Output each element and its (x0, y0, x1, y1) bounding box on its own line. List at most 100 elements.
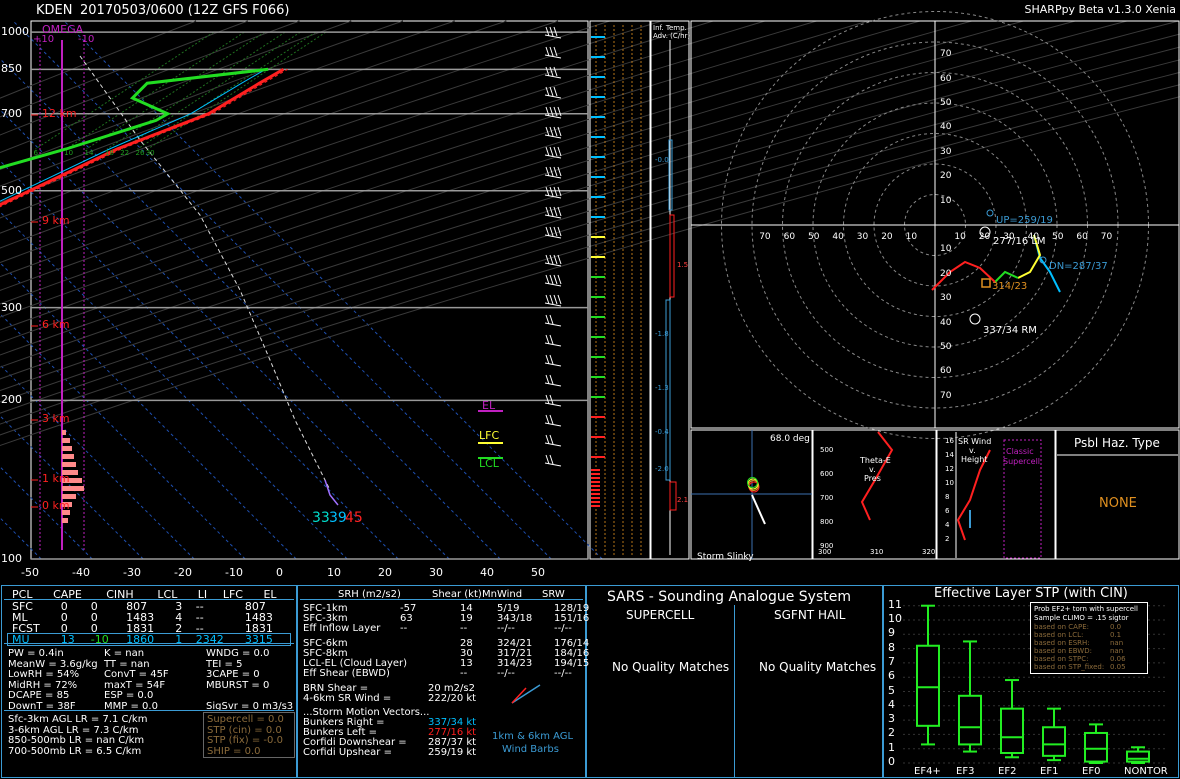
stp-category-label: EF4+ (914, 766, 941, 777)
lapse-rate: 700-500mb LR = 6.5 C/km (8, 745, 142, 757)
stp-legend-value: nan (1110, 647, 1124, 655)
wind-barb-flag (549, 254, 554, 265)
stp-legend-title: Prob EF2+ torn with supercell (1034, 605, 1138, 613)
stp-category-label: EF2 (998, 766, 1017, 777)
stp-legend-value: nan (1110, 639, 1124, 647)
dry-adiabat (0, 20, 972, 331)
composite-value: STP (cin) = 0.0 (207, 724, 282, 736)
dry-adiabat (0, 20, 197, 99)
sfc-wetbulb: 33 (312, 510, 330, 526)
hodo-ring-label: 40 (940, 122, 952, 133)
temp-tick: 50 (531, 566, 545, 579)
adv-value: -0.4 (655, 428, 669, 436)
lapse-rate: 3-6km AGL LR = 7.3 C/km (8, 724, 139, 736)
srwind-title-3: Height (961, 455, 988, 464)
vector-value: 259/19 kt (428, 747, 477, 758)
theta-title-3: Pres (864, 474, 881, 483)
omega-bar (62, 486, 84, 491)
hodo-ring-label: 70 (940, 49, 952, 60)
omega-bar (62, 430, 66, 435)
adv-value: -0.0 (655, 156, 669, 164)
slinky-label: Storm Slinky (697, 552, 754, 562)
wind-barb-flag (553, 66, 558, 77)
sfc-temp: 45 (345, 510, 363, 526)
index-value: ESP = 0.0 (104, 690, 154, 701)
stp-y-tick: 11 (888, 597, 902, 611)
hodo-ring-label: 50 (940, 98, 952, 108)
vector-label: Corfidi Upshear = (303, 747, 392, 758)
stp-y-tick: 1 (888, 740, 895, 754)
index-value: WNDG = 0.0 (206, 648, 270, 659)
composite-value: Supercell = 0.0 (207, 714, 284, 725)
theta-p-tick: 600 (820, 470, 834, 478)
wind-barb-flag (557, 206, 562, 217)
hodo-mean-wind: 314/23 (992, 281, 1028, 292)
sars-supercell-header: SUPERCELL (626, 608, 695, 622)
hodo-ring-label: 10 (954, 232, 966, 242)
wind-barb-flag (549, 206, 554, 217)
temp-tick: -10 (225, 566, 243, 579)
wind-barb-flag (549, 274, 554, 285)
sars-divider (734, 605, 735, 777)
sars-title: SARS - Sounding Analogue System (607, 589, 851, 605)
theta-p-tick: 800 (820, 518, 834, 526)
mixing-ratio-label: 30 (146, 149, 155, 157)
index-value: MBURST = 0 (206, 679, 270, 691)
wind-barb-flag (545, 294, 550, 305)
srwind-y-tick: 4 (945, 521, 950, 529)
height-label: 0 km (42, 499, 70, 512)
theta-p-tick: 500 (820, 446, 834, 454)
omega-bar (62, 454, 74, 459)
wind-barb-flag (553, 126, 558, 137)
dry-adiabat (0, 20, 662, 249)
isotherm-line (12, 20, 552, 560)
hodo-mean-marker (981, 278, 991, 288)
index-value: MidRH = 72% (8, 679, 78, 691)
adv-value: 2.1 (677, 496, 689, 504)
stp-legend-label: based on ESRH: (1034, 639, 1090, 647)
wind-barb-flag (545, 394, 550, 405)
pressure-tick: 100 (1, 552, 22, 565)
adv-value: -2.0 (655, 465, 669, 473)
height-label: 1 km (42, 472, 70, 485)
omega-bar (62, 438, 70, 443)
index-value: TEI = 5 (206, 658, 243, 670)
stp-y-tick: 5 (888, 683, 895, 697)
pressure-tick: 200 (1, 393, 22, 407)
wind-barb-flag (545, 166, 550, 177)
dry-adiabat (0, 20, 610, 234)
height-label: 12 km (42, 107, 77, 120)
hodo-ring-label: 40 (940, 317, 952, 328)
parcel-rows[interactable]: SFC 0 0 807 3 -- 807 ML 0 0 1483 4 -- 1483 FCST 0 0 1831 2… (7, 601, 291, 646)
isotherm-line (0, 517, 42, 560)
wind-barb-flag (557, 166, 562, 177)
kin-label: Eff Shear (EBWD) (303, 668, 390, 679)
temp-tick: -40 (72, 566, 90, 579)
kin-shear: -- (460, 623, 468, 634)
el-label: EL (482, 399, 496, 412)
mixing-ratio-label: 6 (34, 149, 39, 157)
hodo-ring-label: 10 (905, 232, 918, 242)
srwind-frame (936, 429, 1056, 560)
kin-srw: --/-- (554, 668, 572, 679)
hodo-downshear: DN=287/37 (1049, 261, 1108, 272)
downdraft-line (324, 479, 339, 506)
hodo-ring-label: 50 (1052, 232, 1064, 242)
stp-legend-sub: Sample CLIMO = .15 sigtor (1034, 614, 1129, 622)
mixing-ratio-label: 26 (136, 149, 145, 157)
wind-barb-flag (553, 274, 558, 285)
stp-legend-value: 0.06 (1110, 655, 1126, 663)
inf-temp-adv-sub: Adv. (C/hr) (653, 32, 691, 40)
adv-value: -1.3 (655, 384, 669, 392)
hazard-title: Psbl Haz. Type (1074, 436, 1160, 450)
temp-tick: -30 (123, 566, 141, 579)
theta-x-tick: 300 (818, 548, 832, 556)
dry-adiabat (0, 20, 1076, 356)
hodo-ring-label: 60 (940, 73, 952, 84)
lapse-rate: Sfc-3km AGL LR = 7.1 C/km (8, 714, 148, 725)
adv-bar (669, 481, 677, 511)
kin-label: Eff Inflow Layer (303, 623, 381, 634)
wind-barb-flag (545, 454, 550, 465)
theta-x-tick: 310 (870, 548, 884, 556)
hodo-ring-label: 50 (808, 232, 820, 242)
